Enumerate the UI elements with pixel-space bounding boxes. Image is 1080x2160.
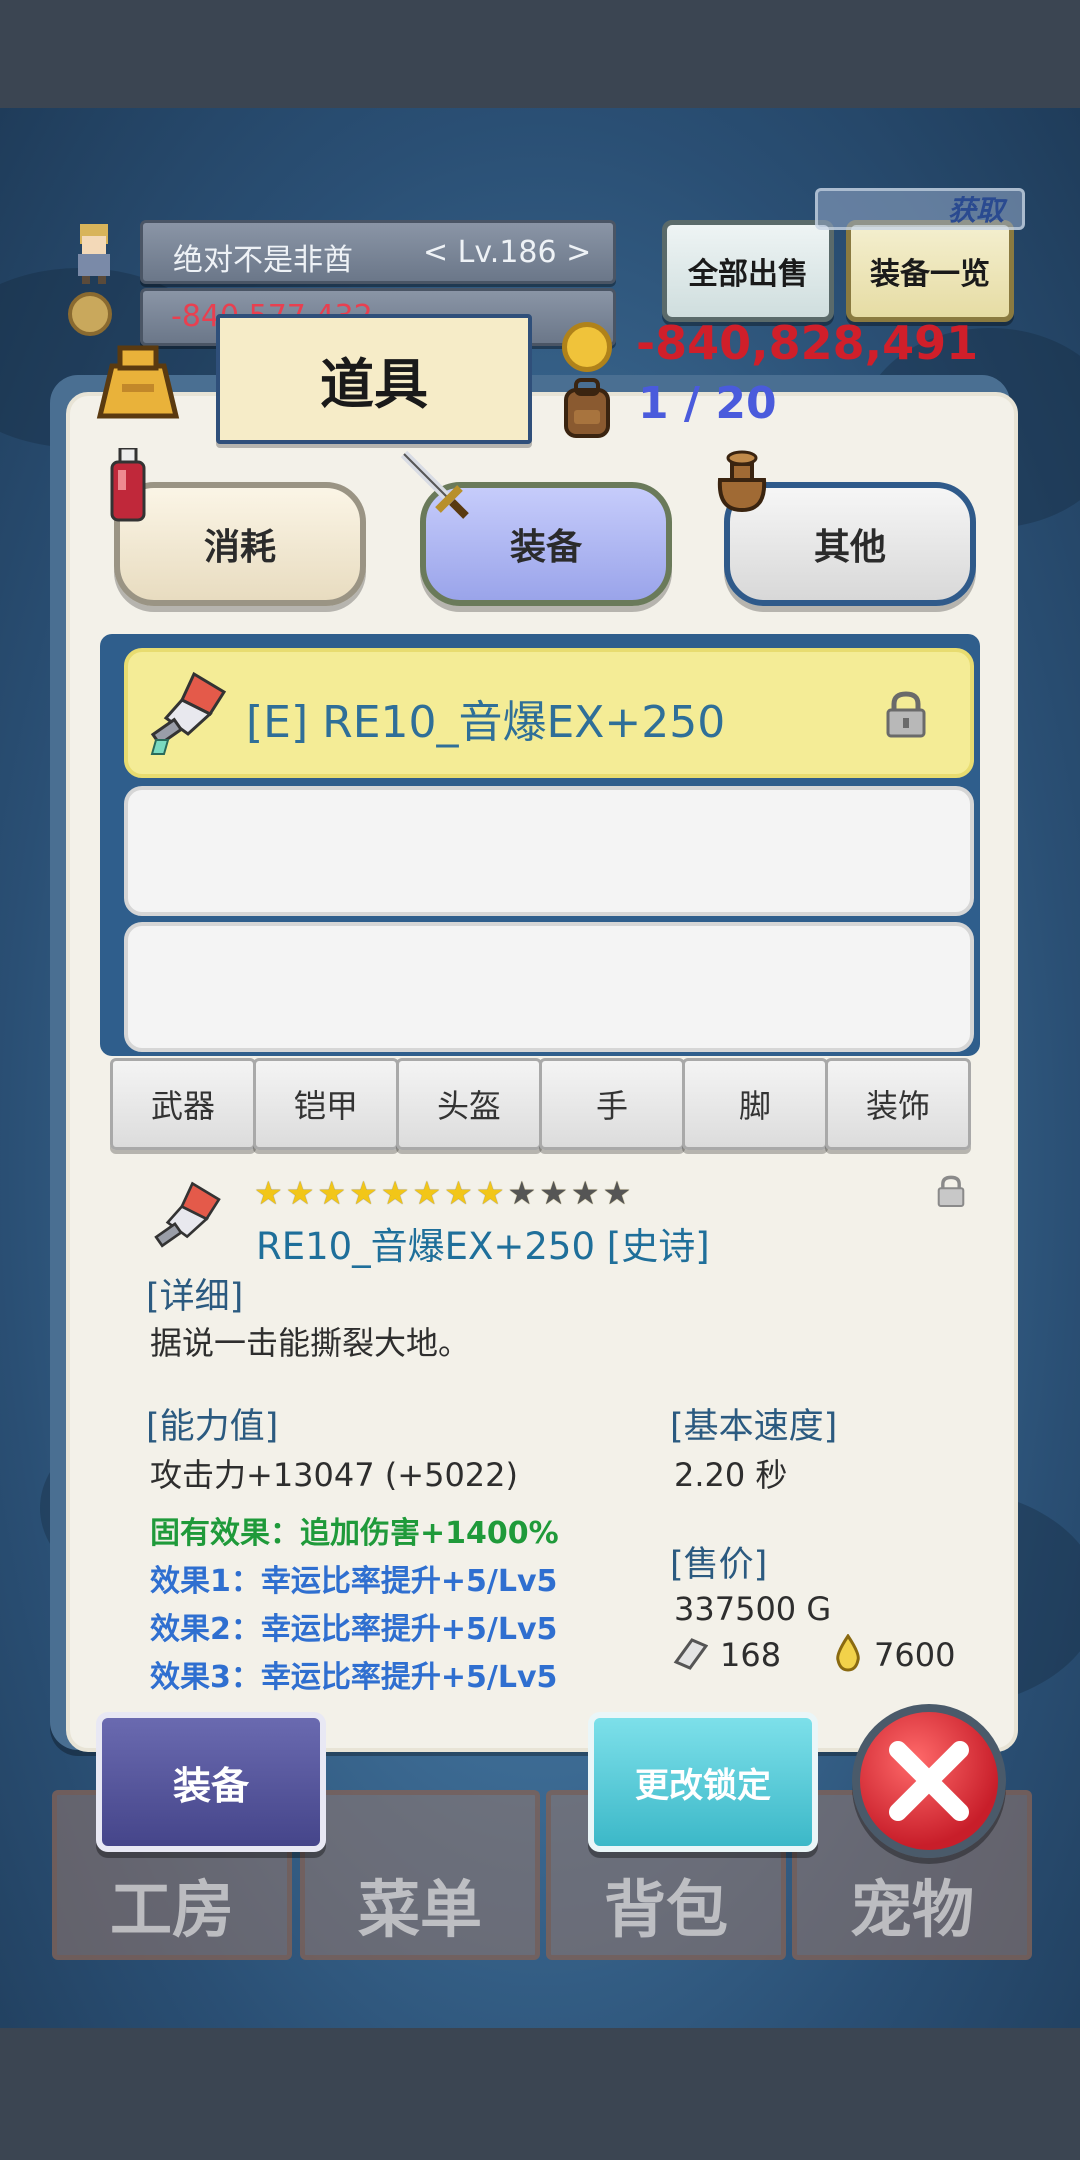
material-1-value: 168 <box>720 1636 782 1674</box>
subtab-helmet-label: 头盔 <box>436 1087 501 1125</box>
effect-3: 效果3：幸运比率提升+5/Lv5 <box>150 1660 558 1695</box>
price-header: [售价] <box>670 1545 768 1585</box>
star-filled-icon: ★ <box>254 1174 283 1212</box>
subtab-helmet[interactable]: 头盔 <box>396 1058 542 1150</box>
nav-backpack-label: 背包 <box>603 1873 728 1946</box>
weapon-icon <box>148 670 230 756</box>
tab-consumable[interactable]: 消耗 <box>114 482 366 606</box>
nav-menu-label: 菜单 <box>357 1873 482 1946</box>
drop-icon <box>834 1633 862 1672</box>
stats-header: [能力值] <box>146 1407 279 1447</box>
nav-menu[interactable]: 菜单 <box>300 1790 540 1960</box>
attack-stat: 攻击力+13047 (+5022) <box>150 1456 519 1494</box>
detail-lock-icon <box>936 1174 966 1208</box>
close-icon <box>889 1741 969 1821</box>
close-button[interactable] <box>852 1704 1006 1858</box>
player-avatar[interactable] <box>68 222 120 284</box>
subtab-accessory-label: 装饰 <box>865 1087 930 1125</box>
effect-1: 效果1：幸运比率提升+5/Lv5 <box>150 1564 558 1599</box>
subtab-weapon-label: 武器 <box>150 1087 215 1125</box>
pouch-icon <box>710 450 774 514</box>
tab-consumable-label: 消耗 <box>203 527 276 568</box>
gold-amount: -840,828,491 <box>636 316 979 370</box>
lock-icon[interactable] <box>884 690 928 738</box>
tab-other-label: 其他 <box>813 527 886 568</box>
bag-icon <box>92 336 184 428</box>
detail-description: 据说一击能撕裂大地。 <box>150 1324 471 1362</box>
detail-weapon-icon <box>150 1180 226 1256</box>
equipment-list-button[interactable]: 装备一览 <box>846 220 1014 322</box>
bag-capacity: 1 / 20 <box>638 378 777 429</box>
gold-coin-icon <box>562 322 612 372</box>
rarity-stars: ★ ★ ★ ★ ★ ★ ★ ★ ★ ★ ★ ★ <box>254 1176 631 1210</box>
detail-item-title: RE10_音爆EX+250 [史诗] <box>256 1225 710 1268</box>
subtab-armor-label: 铠甲 <box>293 1087 358 1125</box>
panel-title-box: 道具 <box>216 314 532 444</box>
subtab-armor[interactable]: 铠甲 <box>253 1058 399 1150</box>
coin-small-icon <box>68 292 112 336</box>
item-name: [E] RE10_音爆EX+250 <box>246 697 726 748</box>
obtain-button[interactable]: 获取 <box>815 188 1025 230</box>
star-filled-icon: ★ <box>412 1174 442 1212</box>
star-filled-icon: ★ <box>285 1174 315 1212</box>
detail-header: [详细] <box>146 1277 244 1317</box>
subtab-foot[interactable]: 脚 <box>682 1058 828 1150</box>
subtab-weapon[interactable]: 武器 <box>110 1058 256 1150</box>
star-empty-icon: ★ <box>507 1174 537 1212</box>
equip-button[interactable]: 装备 <box>96 1712 326 1852</box>
subtab-foot-label: 脚 <box>738 1087 771 1125</box>
sword-icon <box>396 446 470 520</box>
speed-value: 2.20 秒 <box>674 1456 788 1494</box>
change-lock-label: 更改锁定 <box>635 1765 771 1806</box>
star-filled-icon: ★ <box>380 1174 410 1212</box>
star-empty-icon: ★ <box>602 1174 632 1212</box>
item-slot-1[interactable]: [E] RE10_音爆EX+250 <box>124 648 974 778</box>
star-filled-icon: ★ <box>349 1174 378 1212</box>
subtab-hand-label: 手 <box>595 1087 628 1125</box>
subtab-hand[interactable]: 手 <box>539 1058 685 1150</box>
player-level: < Lv.186 > <box>423 235 592 270</box>
ingot-icon <box>672 1636 709 1672</box>
inherent-effect: 固有效果：追加伤害+1400% <box>150 1516 559 1551</box>
speed-header: [基本速度] <box>670 1407 838 1447</box>
effect-2: 效果2：幸运比率提升+5/Lv5 <box>150 1612 558 1647</box>
nav-pet-label: 宠物 <box>849 1873 974 1946</box>
subtab-accessory[interactable]: 装饰 <box>825 1058 971 1150</box>
star-empty-icon: ★ <box>570 1174 600 1212</box>
potion-icon <box>108 446 148 522</box>
sell-all-label: 全部出售 <box>688 257 808 292</box>
star-filled-icon: ★ <box>444 1174 473 1212</box>
panel-title: 道具 <box>320 352 428 416</box>
player-name: 绝对不是非酋 <box>173 243 353 278</box>
item-slot-2[interactable] <box>124 786 974 916</box>
star-empty-icon: ★ <box>539 1174 568 1212</box>
price-value: 337500 G <box>674 1590 832 1628</box>
obtain-label: 获取 <box>947 194 1004 227</box>
material-2-value: 7600 <box>874 1636 956 1674</box>
equipment-list-label: 装备一览 <box>870 257 990 292</box>
player-name-box: 绝对不是非酋 < Lv.186 > <box>140 220 616 284</box>
star-filled-icon: ★ <box>475 1174 505 1212</box>
backpack-icon <box>556 376 618 440</box>
equip-button-label: 装备 <box>172 1763 249 1808</box>
change-lock-button[interactable]: 更改锁定 <box>588 1712 818 1852</box>
item-slot-3[interactable] <box>124 922 974 1052</box>
tab-equipment-label: 装备 <box>509 527 582 568</box>
sell-all-button[interactable]: 全部出售 <box>662 220 834 322</box>
nav-workshop-label: 工房 <box>109 1873 234 1946</box>
star-filled-icon: ★ <box>317 1174 347 1212</box>
